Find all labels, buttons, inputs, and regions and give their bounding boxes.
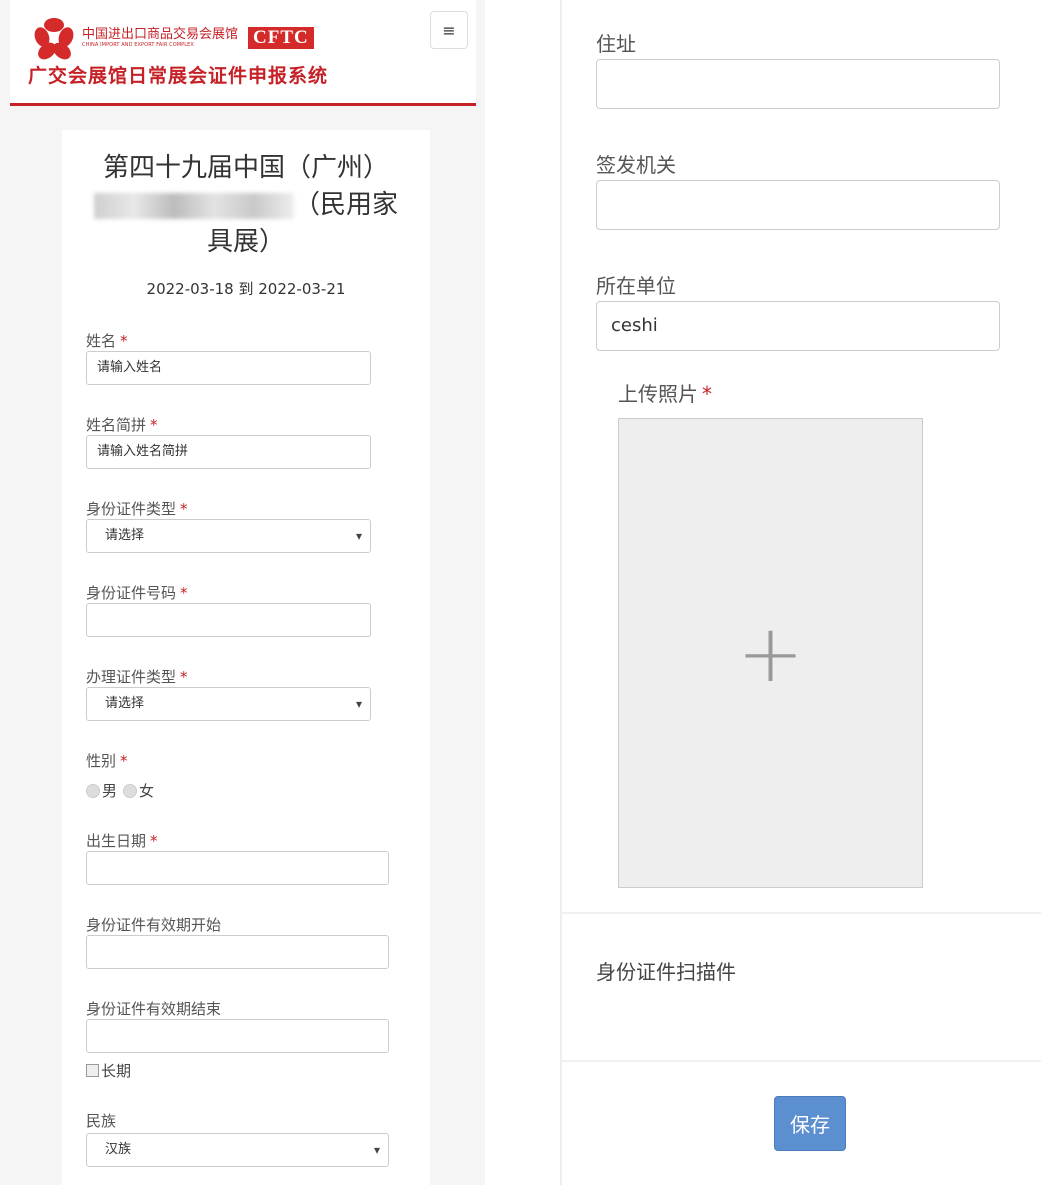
valid-end-label: 身份证件有效期结束 (86, 1000, 222, 1018)
event-title: 第四十九届中国（广州） （民用家 具展） (76, 150, 416, 261)
screenshot-root: 中国进出口商品交易会展馆 CHINA IMPORT AND EXPORT FAI… (0, 0, 1041, 1185)
long-term-checkbox[interactable] (86, 1064, 99, 1077)
save-button[interactable]: 保存 (774, 1096, 846, 1151)
id-type-label-text: 身份证件类型 (86, 500, 177, 518)
gender-male-radio[interactable] (86, 783, 100, 798)
form-card: 第四十九届中国（广州） （民用家 具展） 2022-03-18 到 2022-0… (62, 130, 430, 1185)
flower-logo-icon (32, 18, 76, 63)
required-mark: * (180, 500, 188, 518)
valid-start-label: 身份证件有效期开始 (86, 916, 222, 934)
birth-label: 出生日期 * (86, 830, 158, 851)
cert-type-label-text: 办理证件类型 (86, 668, 177, 686)
site-header: 中国进出口商品交易会展馆 CHINA IMPORT AND EXPORT FAI… (10, 0, 476, 106)
event-title-line1: 第四十九届中国（广州） (102, 153, 389, 183)
address-label: 住址 (596, 32, 636, 56)
logo[interactable]: 中国进出口商品交易会展馆 CHINA IMPORT AND EXPORT FAI… (32, 18, 314, 63)
unit-label: 所在单位 (596, 274, 676, 298)
gender-label-text: 性别 (86, 752, 117, 770)
valid-start-input[interactable] (86, 935, 389, 969)
gender-label: 性别 * (86, 750, 128, 771)
long-term-label: 长期 (101, 1062, 132, 1080)
id-type-select[interactable]: 请选择 (86, 519, 371, 553)
redacted-blur (93, 192, 294, 219)
event-title-line3: 具展） (206, 227, 285, 257)
issuer-label: 签发机关 (596, 153, 676, 177)
left-panel: 中国进出口商品交易会展馆 CHINA IMPORT AND EXPORT FAI… (0, 0, 485, 1185)
id-number-label: 身份证件号码 * (86, 582, 188, 603)
name-label: 姓名 * (86, 330, 128, 351)
photo-label: 上传照片 * (618, 378, 712, 407)
event-date-range: 2022-03-18 到 2022-03-21 (146, 280, 346, 298)
id-number-label-text: 身份证件号码 (86, 584, 177, 602)
ethnicity-label: 民族 (86, 1112, 117, 1130)
required-mark: * (150, 832, 158, 850)
required-mark: * (180, 584, 188, 602)
name-label-text: 姓名 (86, 332, 117, 350)
birth-label-text: 出生日期 (86, 832, 147, 850)
birth-date-input[interactable] (86, 851, 389, 885)
name-input[interactable]: 请输入姓名 (86, 351, 371, 385)
cert-type-select[interactable]: 请选择 (86, 687, 371, 721)
pinyin-label-text: 姓名简拼 (86, 416, 147, 434)
id-type-label: 身份证件类型 * (86, 498, 188, 519)
gender-female-label: 女 (139, 782, 155, 800)
event-title-line2-suffix: （民用家 (293, 190, 398, 220)
pinyin-input[interactable]: 请输入姓名简拼 (86, 435, 371, 469)
plus-icon: + (736, 606, 805, 700)
cert-type-label: 办理证件类型 * (86, 666, 188, 687)
unit-input[interactable]: ceshi (596, 301, 1000, 351)
hamburger-icon: ≡ (442, 20, 456, 40)
event-title-line2: （民用家 (76, 187, 416, 224)
photo-upload-area[interactable]: + (618, 418, 923, 888)
photo-label-text: 上传照片 (618, 382, 698, 406)
divider (562, 912, 1041, 914)
logo-english-text: CHINA IMPORT AND EXPORT FAIR COMPLEX (82, 42, 194, 48)
gender-female-radio[interactable] (123, 783, 138, 798)
gender-male-label: 男 (102, 782, 118, 800)
valid-end-input[interactable] (86, 1019, 389, 1053)
required-mark: * (702, 382, 712, 406)
pinyin-label: 姓名简拼 * (86, 414, 158, 435)
id-number-input[interactable] (86, 603, 371, 637)
issuer-input[interactable] (596, 180, 1000, 230)
required-mark: * (180, 668, 188, 686)
logo-chinese-text: 中国进出口商品交易会展馆 (82, 27, 239, 42)
id-scan-label: 身份证件扫描件 (596, 960, 736, 984)
divider (562, 1060, 1041, 1062)
cftc-badge: CFTC (248, 27, 314, 49)
required-mark: * (120, 752, 128, 770)
menu-button[interactable]: ≡ (430, 11, 468, 49)
required-mark: * (120, 332, 128, 350)
ethnicity-select[interactable]: 汉族 (86, 1133, 389, 1167)
gender-radio-group: 男 女 (86, 780, 154, 801)
long-term-checkbox-row: 长期 (86, 1060, 131, 1081)
system-title: 广交会展馆日常展会证件申报系统 (28, 65, 329, 87)
required-mark: * (150, 416, 158, 434)
right-panel: 住址 签发机关 所在单位 ceshi 上传照片 * + 身份证件扫描件 保存 (560, 0, 1041, 1185)
address-input[interactable] (596, 59, 1000, 109)
